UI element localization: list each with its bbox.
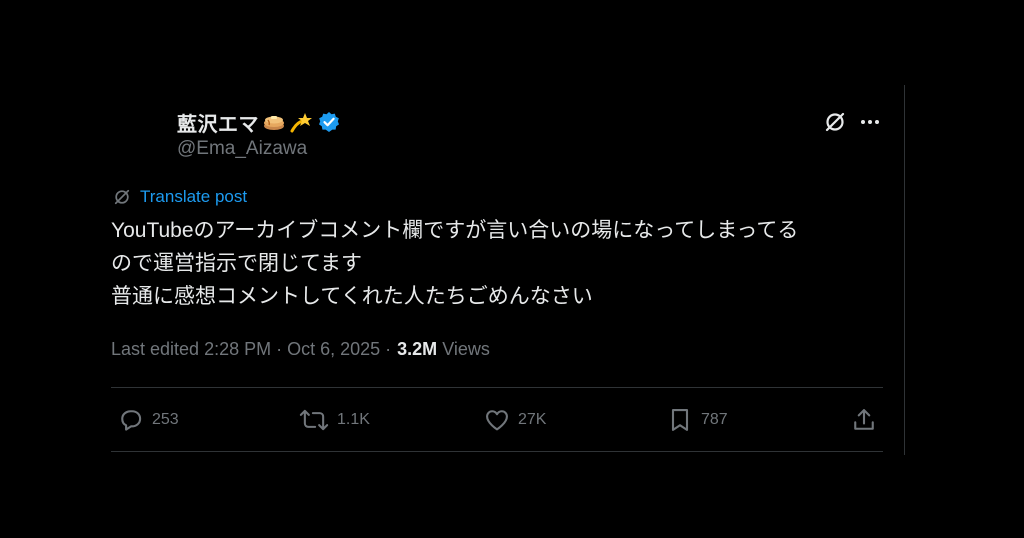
column-divider: [904, 85, 905, 455]
author-name-row: 藍沢エマ: [177, 108, 340, 136]
post-text: YouTubeのアーカイブコメント欄ですが言い合いの場になってしまってる ので運…: [111, 219, 799, 308]
repost-count: 1.1K: [337, 411, 370, 428]
bookmark-icon: [671, 409, 689, 431]
pancake-icon: [262, 110, 286, 134]
repost-icon: [299, 409, 329, 431]
tweet-page: 藍沢エマ @Ema_Aizawa Translate post YouTubeの…: [0, 0, 1024, 538]
author-handle[interactable]: @Ema_Aizawa: [177, 138, 307, 160]
repost-button[interactable]: 1.1K: [298, 406, 370, 434]
bookmark-count: 787: [701, 411, 728, 428]
more-options-icon[interactable]: [857, 110, 883, 134]
avatar[interactable]: [112, 104, 164, 156]
bookmark-button[interactable]: 787: [666, 406, 728, 434]
edited-timestamp[interactable]: Last edited 2:28 PM · Oct 6, 2025 ·: [111, 339, 391, 360]
translate-post-label[interactable]: Translate post: [140, 187, 247, 207]
reply-count: 253: [152, 411, 179, 428]
views-count: 3.2M: [397, 339, 438, 359]
like-count: 27K: [518, 411, 547, 428]
share-icon: [854, 409, 874, 430]
meta-divider: [111, 387, 883, 388]
dizzy-icon: [289, 110, 313, 134]
grok-translate-icon: [114, 189, 130, 205]
views-label: Views: [442, 339, 490, 359]
verified-badge-icon[interactable]: [318, 111, 340, 133]
display-name[interactable]: 藍沢エマ: [177, 108, 259, 137]
post-meta: Last edited 2:28 PM · Oct 6, 2025 · 3.2M…: [111, 339, 490, 360]
actions-divider: [111, 451, 883, 452]
grok-icon[interactable]: [823, 110, 847, 134]
reply-icon: [121, 410, 142, 431]
reply-button[interactable]: 253: [117, 406, 179, 434]
share-button[interactable]: [850, 406, 878, 434]
like-button[interactable]: 27K: [483, 406, 546, 434]
translate-post-link[interactable]: Translate post: [112, 187, 247, 207]
heart-icon: [486, 410, 508, 431]
